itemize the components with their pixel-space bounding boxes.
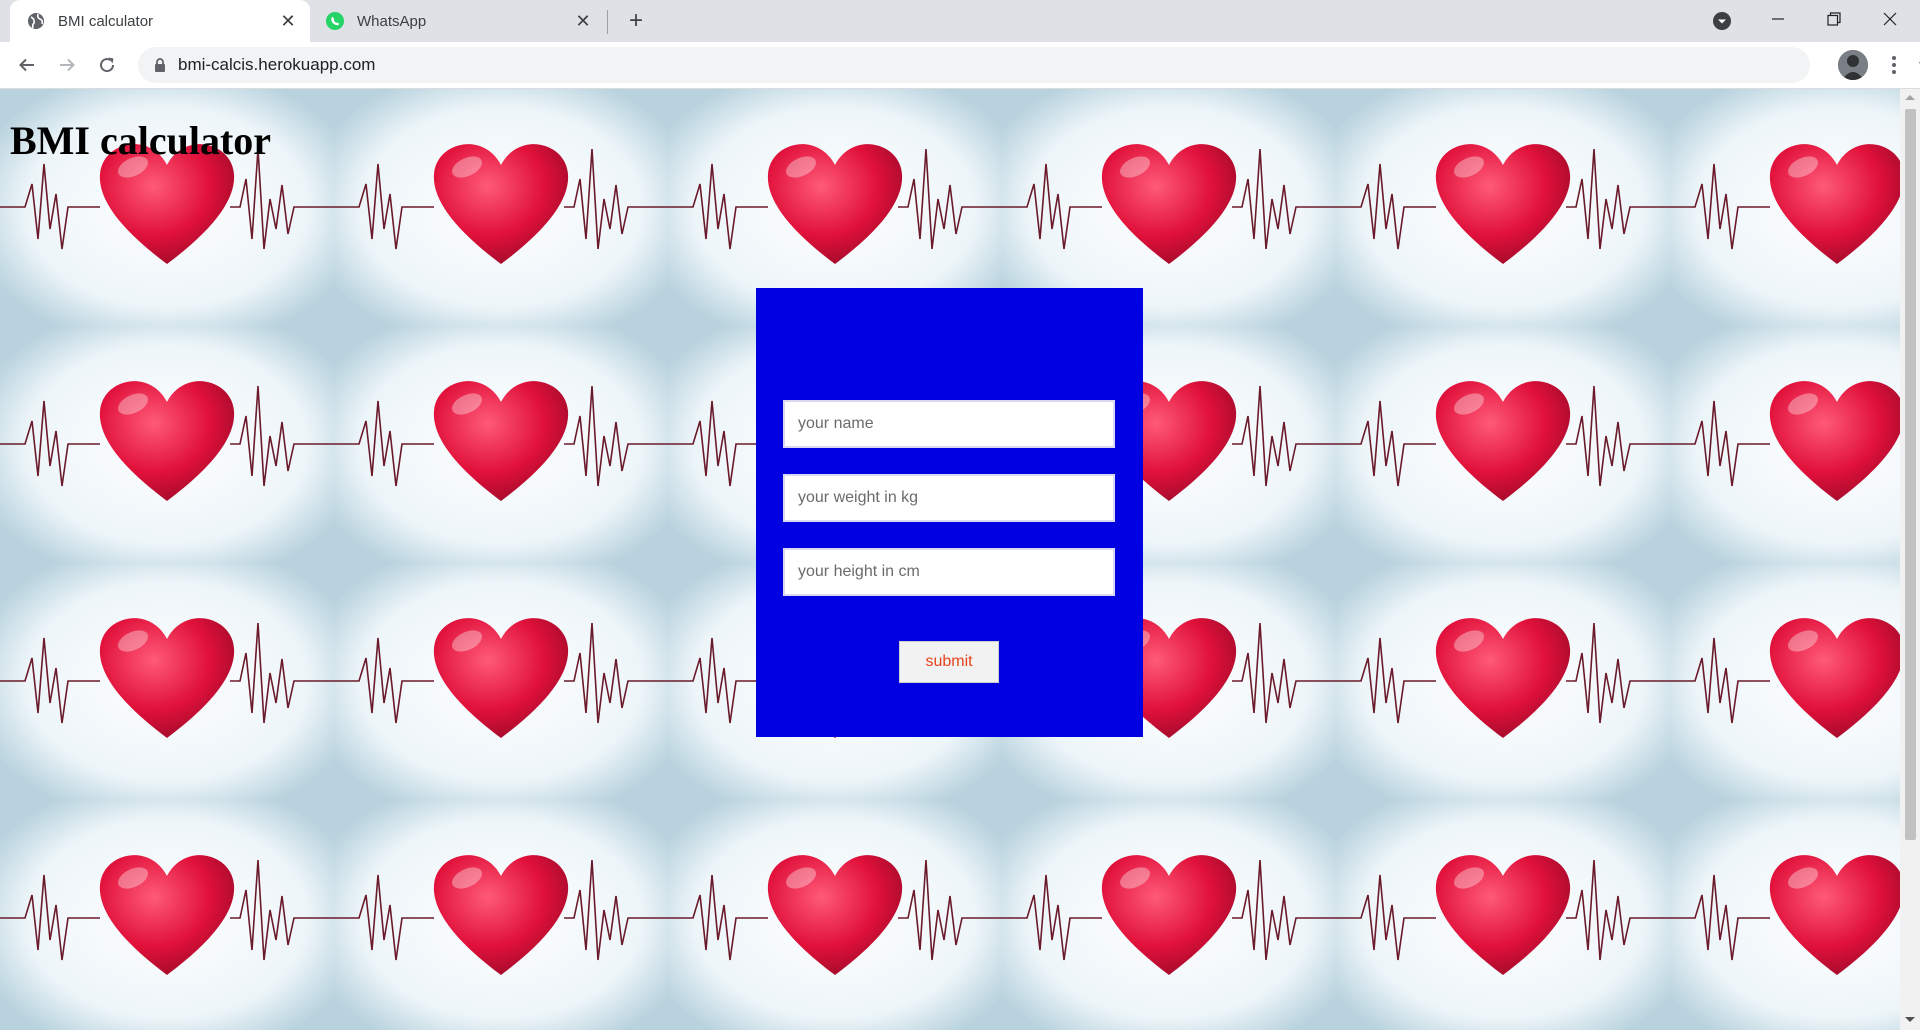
heart-tile bbox=[1670, 89, 1900, 326]
whatsapp-icon bbox=[325, 11, 345, 31]
heart-tile bbox=[668, 800, 1002, 1030]
heart-tile bbox=[1670, 326, 1900, 563]
globe-icon bbox=[26, 11, 46, 31]
address-bar[interactable]: bmi-calcis.herokuapp.com bbox=[138, 47, 1920, 83]
vertical-scrollbar[interactable] bbox=[1900, 89, 1920, 1030]
heart-tile bbox=[1336, 563, 1670, 800]
bmi-form: submit bbox=[756, 288, 1143, 737]
heart-tile bbox=[1670, 800, 1900, 1030]
menu-kebab-icon[interactable] bbox=[1880, 51, 1908, 79]
heart-tile bbox=[1336, 800, 1670, 1030]
heart-tile bbox=[0, 326, 334, 563]
tab-title: BMI calculator bbox=[58, 12, 154, 30]
back-icon[interactable] bbox=[11, 49, 43, 81]
tab-title: WhatsApp bbox=[357, 12, 427, 30]
restore-icon[interactable] bbox=[1806, 0, 1862, 38]
tab-search-icon[interactable] bbox=[1710, 9, 1734, 33]
weight-input[interactable] bbox=[783, 474, 1115, 522]
scroll-thumb[interactable] bbox=[1905, 109, 1916, 840]
lock-icon[interactable] bbox=[152, 57, 168, 73]
submit-button[interactable]: submit bbox=[899, 641, 999, 683]
close-tab-icon[interactable]: ✕ bbox=[276, 9, 300, 33]
heart-tile bbox=[334, 326, 668, 563]
tab-whatsapp[interactable]: WhatsApp ✕ bbox=[315, 0, 605, 42]
heart-tile bbox=[0, 563, 334, 800]
heart-tile bbox=[334, 800, 668, 1030]
height-input[interactable] bbox=[783, 548, 1115, 596]
heart-tile bbox=[0, 800, 334, 1030]
scroll-up-icon[interactable] bbox=[1905, 95, 1915, 100]
heart-tile bbox=[1002, 800, 1336, 1030]
reload-icon[interactable] bbox=[91, 49, 123, 81]
page-viewport: BMI calculator submit bbox=[0, 89, 1900, 1030]
heart-tile bbox=[334, 563, 668, 800]
scroll-down-icon[interactable] bbox=[1905, 1017, 1915, 1022]
page-title: BMI calculator bbox=[10, 118, 272, 163]
new-tab-button[interactable]: + bbox=[622, 7, 650, 35]
heart-tile bbox=[1336, 326, 1670, 563]
tab-bmi-calculator[interactable]: BMI calculator ✕ bbox=[10, 0, 310, 42]
browser-toolbar: bmi-calcis.herokuapp.com bbox=[0, 42, 1920, 89]
forward-icon[interactable] bbox=[51, 49, 83, 81]
heart-tile bbox=[334, 89, 668, 326]
profile-avatar[interactable] bbox=[1838, 50, 1868, 80]
name-input[interactable] bbox=[783, 400, 1115, 448]
heart-tile bbox=[1670, 563, 1900, 800]
close-tab-icon[interactable]: ✕ bbox=[571, 9, 595, 33]
url-text: bmi-calcis.herokuapp.com bbox=[178, 55, 376, 74]
close-window-icon[interactable] bbox=[1862, 0, 1918, 38]
tab-separator bbox=[607, 10, 608, 34]
heart-tile bbox=[1336, 89, 1670, 326]
tab-strip: BMI calculator ✕ WhatsApp ✕ + bbox=[0, 0, 1920, 42]
minimize-icon[interactable] bbox=[1750, 0, 1806, 38]
